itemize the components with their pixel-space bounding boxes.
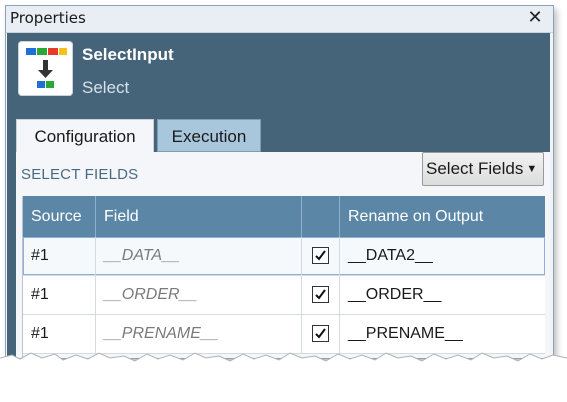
tool-type: Select [82,78,130,97]
column-header-checkbox[interactable] [302,196,340,237]
torn-edge-decoration [0,352,567,402]
select-fields-button[interactable]: Select Fields ▼ [422,152,544,186]
tab-configuration[interactable]: Configuration [16,119,154,153]
configuration-content: SELECT FIELDS Select Fields ▼ Source Fiel… [16,152,550,358]
table-row[interactable]: #1 __ORDER__ __ORDER__ [23,276,545,315]
output-checkbox[interactable] [312,286,329,303]
output-checkbox[interactable] [312,247,329,264]
chevron-down-icon: ▼ [526,163,538,175]
panel-title: Properties [10,9,86,27]
field-cell: __ORDER__ [96,276,302,314]
select-fields-button-label: Select Fields [426,159,524,178]
rename-cell[interactable]: __ORDER__ [340,276,545,314]
column-header-rename[interactable]: Rename on Output [340,196,545,237]
panel-titlebar: Properties ✕ [6,6,553,33]
tab-execution[interactable]: Execution [157,119,261,152]
properties-panel: Properties ✕ SelectInput Select Configur… [5,5,554,359]
select-fields-grid: Source Field Rename on Output #1 __DATA_… [22,196,545,358]
column-header-field[interactable]: Field [96,196,302,237]
column-header-source[interactable]: Source [23,196,96,237]
tool-name: SelectInput [82,45,174,64]
table-row[interactable]: #1 __DATA__ __DATA2__ [23,237,545,276]
select-fields-section-label: SELECT FIELDS [21,166,139,183]
select-input-tool-icon [18,41,73,96]
rename-cell[interactable]: __DATA2__ [340,237,545,275]
tool-header: SelectInput Select Configuration Executi… [7,33,550,358]
grid-header: Source Field Rename on Output [23,196,545,237]
source-cell: #1 [23,276,96,314]
source-cell: #1 [23,237,96,275]
close-icon[interactable]: ✕ [525,7,545,29]
field-cell: __DATA__ [96,237,302,275]
